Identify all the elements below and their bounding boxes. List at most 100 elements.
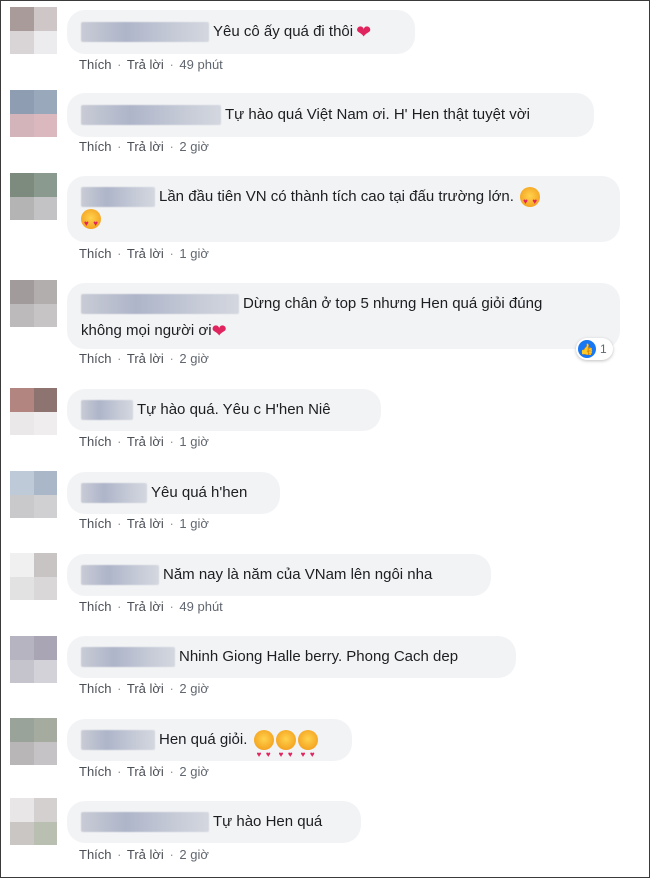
separator: · (117, 57, 122, 72)
reply-link[interactable]: Trả lời (127, 847, 164, 862)
like-link[interactable]: Thích (79, 139, 112, 154)
comment-text: Lần đầu tiên VN có thành tích cao tại đấ… (159, 188, 514, 206)
separator: · (117, 681, 122, 696)
separator: · (117, 351, 122, 366)
comment-text-line2: không mọi người ơi (81, 322, 212, 340)
like-link[interactable]: Thích (79, 599, 112, 614)
like-link[interactable]: Thích (79, 57, 112, 72)
cat-heart-eyes-emoji (275, 730, 296, 776)
separator: · (169, 847, 174, 862)
blurred-username[interactable] (81, 294, 239, 315)
reply-link[interactable]: Trả lời (127, 681, 164, 696)
blurred-username[interactable] (81, 812, 209, 833)
like-link[interactable]: Thích (79, 246, 112, 261)
blurred-username[interactable] (81, 647, 175, 668)
comment-bubble: Lần đầu tiên VN có thành tích cao tại đấ… (67, 176, 620, 242)
comment-actions: Thích · Trả lời · 2 giờ (79, 847, 209, 862)
avatar[interactable] (10, 636, 57, 683)
blurred-username[interactable] (81, 400, 133, 421)
comment-bubble: Yêu quá h'hen (67, 472, 280, 514)
timestamp[interactable]: 1 giờ (179, 434, 209, 449)
reply-link[interactable]: Trả lời (127, 599, 164, 614)
timestamp[interactable]: 1 giờ (179, 516, 209, 531)
reply-link[interactable]: Trả lời (127, 246, 164, 261)
separator: · (169, 681, 174, 696)
comment-text: Dừng chân ở top 5 nhưng Hen quá giỏi đún… (243, 295, 543, 313)
timestamp[interactable]: 2 giờ (179, 681, 209, 696)
blurred-username[interactable] (81, 187, 155, 208)
reply-link[interactable]: Trả lời (127, 351, 164, 366)
comment-actions: Thích · Trả lời · 2 giờ (79, 351, 209, 366)
comment-text: Nhinh Giong Halle berry. Phong Cach dep (179, 648, 459, 666)
reply-link[interactable]: Trả lời (127, 764, 164, 779)
reply-link[interactable]: Trả lời (127, 434, 164, 449)
avatar[interactable] (10, 471, 57, 518)
comment-actions: Thích · Trả lời · 2 giờ (79, 139, 209, 154)
like-link[interactable]: Thích (79, 516, 112, 531)
blurred-username[interactable] (81, 730, 155, 751)
reply-link[interactable]: Trả lời (127, 139, 164, 154)
avatar[interactable] (10, 718, 57, 765)
separator: · (169, 57, 174, 72)
separator: · (117, 599, 122, 614)
avatar[interactable] (10, 7, 57, 54)
comment-actions: Thích · Trả lời · 2 giờ (79, 764, 209, 779)
comment-actions: Thích · Trả lời · 49 phút (79, 57, 223, 72)
blurred-username[interactable] (81, 22, 209, 43)
blurred-username[interactable] (81, 565, 159, 586)
blurred-username[interactable] (81, 105, 221, 126)
separator: · (169, 764, 174, 779)
separator: · (117, 246, 122, 261)
timestamp[interactable]: 49 phút (179, 57, 222, 72)
separator: · (117, 516, 122, 531)
comment-actions: Thích · Trả lời · 1 giờ (79, 516, 209, 531)
separator: · (117, 139, 122, 154)
blurred-username[interactable] (81, 483, 147, 504)
comment-bubble: Năm nay là năm của VNam lên ngôi nha (67, 554, 491, 596)
comment-bubble: Tự hào quá. Yêu c H'hen Niê (67, 389, 381, 431)
avatar[interactable] (10, 280, 57, 327)
avatar[interactable] (10, 90, 57, 137)
like-link[interactable]: Thích (79, 847, 112, 862)
heart-emoji: ❤ (356, 22, 372, 43)
avatar[interactable] (10, 798, 57, 845)
timestamp[interactable]: 49 phút (179, 599, 222, 614)
timestamp[interactable]: 2 giờ (179, 351, 209, 366)
timestamp[interactable]: 2 giờ (179, 764, 209, 779)
comment-text: Yêu cô ấy quá đi thôi (213, 23, 354, 41)
timestamp[interactable]: 2 giờ (179, 139, 209, 154)
reply-link[interactable]: Trả lời (127, 516, 164, 531)
comment-actions: Thích · Trả lời · 49 phút (79, 599, 223, 614)
comment-bubble: Tự hào quá Việt Nam ơi. H' Hen thật tuyệ… (67, 93, 594, 137)
comment-bubble: Hen quá giỏi. (67, 719, 352, 776)
cat-heart-eyes-emoji (253, 730, 274, 776)
comment-text: Hen quá giỏi. (159, 731, 248, 749)
separator: · (169, 599, 174, 614)
like-link[interactable]: Thích (79, 764, 112, 779)
separator: · (117, 847, 122, 862)
comment-text: Tự hào quá. Yêu c H'hen Niê (137, 401, 331, 419)
like-link[interactable]: Thích (79, 351, 112, 366)
avatar[interactable] (10, 173, 57, 220)
comment-bubble: Dừng chân ở top 5 nhưng Hen quá giỏi đún… (67, 283, 620, 349)
separator: · (117, 434, 122, 449)
comment-bubble: Yêu cô ấy quá đi thôi ❤ (67, 10, 415, 54)
avatar[interactable] (10, 553, 57, 600)
like-link[interactable]: Thích (79, 434, 112, 449)
avatar[interactable] (10, 388, 57, 435)
heart-emoji: ❤ (211, 321, 227, 342)
timestamp[interactable]: 1 giờ (179, 246, 209, 261)
comment-text: Tự hào quá Việt Nam ơi. H' Hen thật tuyệ… (225, 106, 530, 124)
comment-text: Tự hào Hen quá (213, 813, 323, 831)
reaction-count-badge[interactable]: 👍 1 (576, 338, 613, 360)
separator: · (169, 246, 174, 261)
reply-link[interactable]: Trả lời (127, 57, 164, 72)
cat-heart-eyes-emoji (520, 187, 541, 213)
comment-actions: Thích · Trả lời · 2 giờ (79, 681, 209, 696)
separator: · (117, 764, 122, 779)
comment-text: Năm nay là năm của VNam lên ngôi nha (163, 566, 433, 584)
comment-bubble: Tự hào Hen quá (67, 801, 361, 843)
timestamp[interactable]: 2 giờ (179, 847, 209, 862)
like-thumb-icon: 👍 (578, 340, 596, 358)
like-link[interactable]: Thích (79, 681, 112, 696)
